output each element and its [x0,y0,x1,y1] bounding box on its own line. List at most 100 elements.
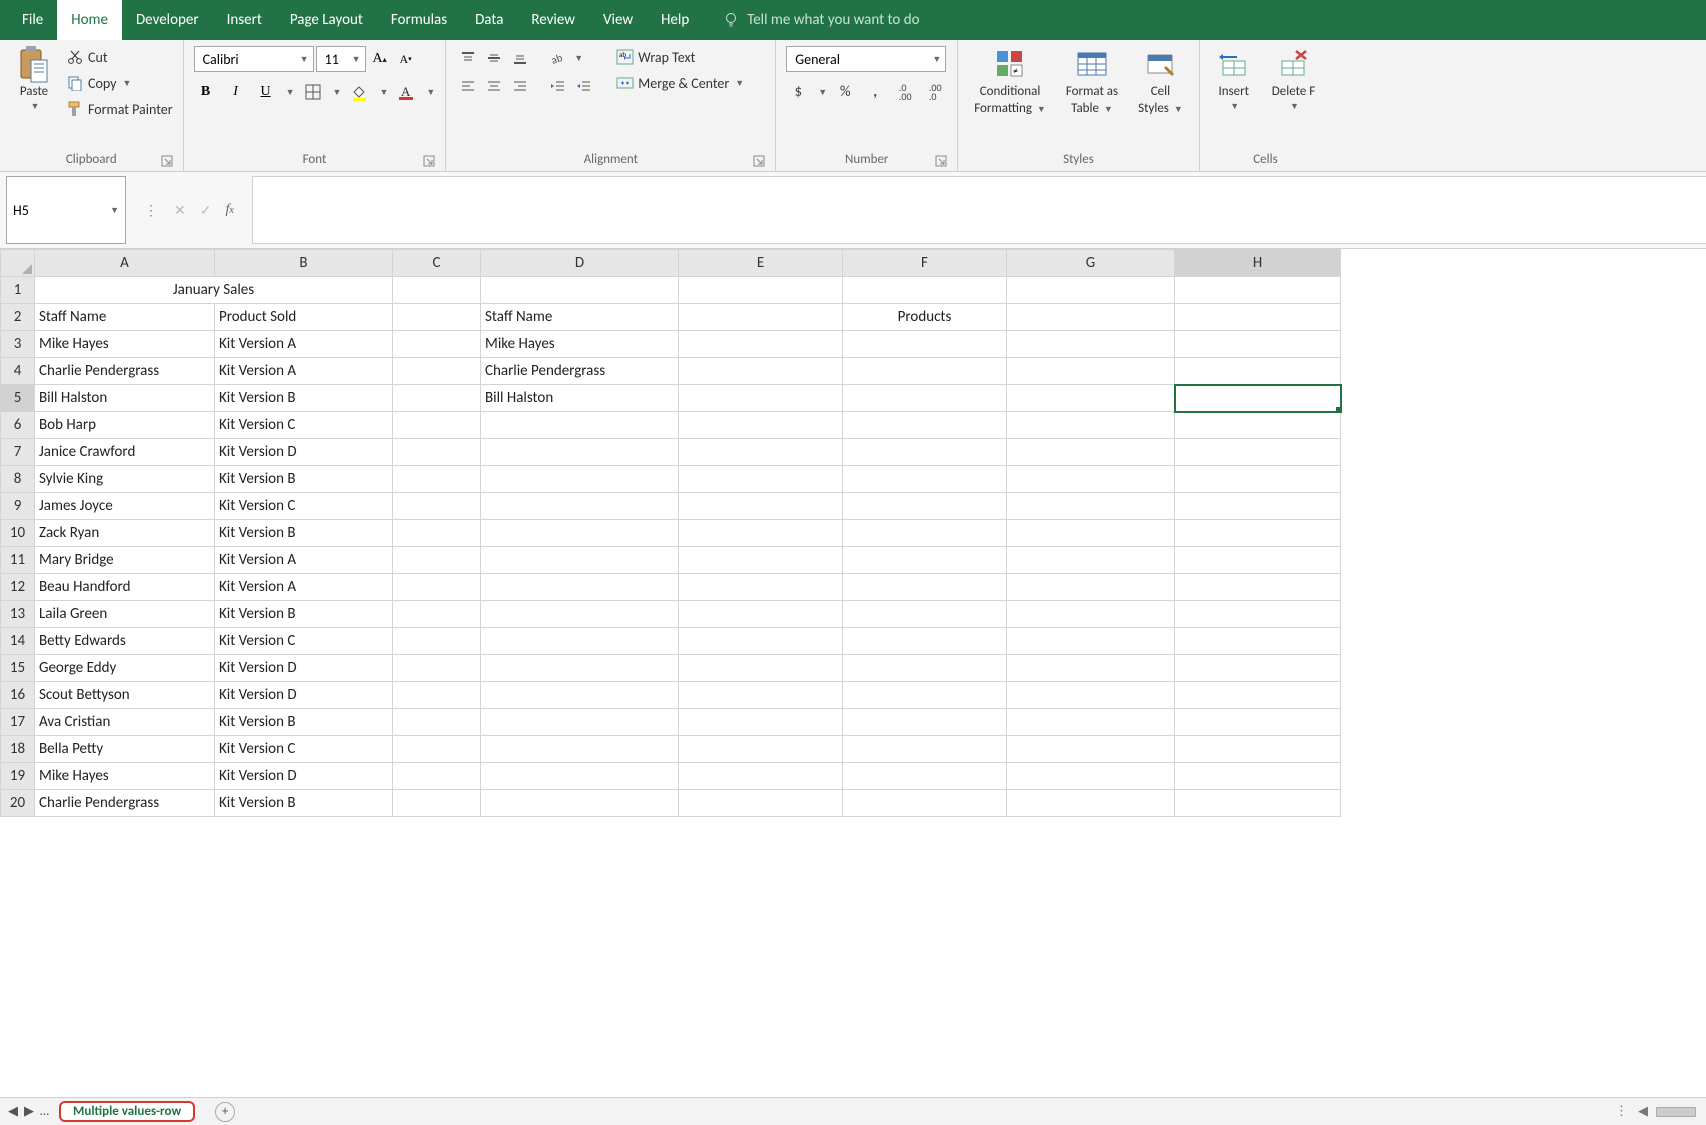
cell-A7[interactable]: Janice Crawford [35,439,215,466]
cell-E14[interactable] [679,628,843,655]
cell-A18[interactable]: Bella Petty [35,736,215,763]
tab-data[interactable]: Data [461,0,517,40]
cell-B3[interactable]: Kit Version A [215,331,393,358]
decrease-font-icon[interactable]: A▾ [394,47,418,71]
dropdown-caret-icon[interactable]: ▼ [574,53,583,64]
cell-F4[interactable] [843,358,1007,385]
cell-E8[interactable] [679,466,843,493]
cell-B17[interactable]: Kit Version B [215,709,393,736]
cell-H9[interactable] [1175,493,1341,520]
cancel-formula-icon[interactable]: ✕ [174,202,186,219]
cell-B2[interactable]: Product Sold [215,304,393,331]
dropdown-caret-icon[interactable]: ▼ [379,87,388,98]
cell-D12[interactable] [481,574,679,601]
col-header-B[interactable]: B [215,250,393,277]
underline-button[interactable]: U [254,80,278,104]
cell-B5[interactable]: Kit Version B [215,385,393,412]
paste-button[interactable]: Paste ▼ [10,46,58,112]
cell-E7[interactable] [679,439,843,466]
cell-C5[interactable] [393,385,481,412]
cell-B4[interactable]: Kit Version A [215,358,393,385]
cell-B7[interactable]: Kit Version D [215,439,393,466]
cell-D1[interactable] [481,277,679,304]
cell-D20[interactable] [481,790,679,817]
cell-D2[interactable]: Staff Name [481,304,679,331]
cell-B8[interactable]: Kit Version B [215,466,393,493]
sheet-nav-prev-icon[interactable]: ◀ [8,1104,18,1119]
cell-C14[interactable] [393,628,481,655]
tab-formulas[interactable]: Formulas [377,0,461,40]
cell-G15[interactable] [1007,655,1175,682]
sheet-nav-more-icon[interactable]: … [40,1104,49,1119]
cell-C20[interactable] [393,790,481,817]
row-header-17[interactable]: 17 [1,709,35,736]
cell-F9[interactable] [843,493,1007,520]
increase-font-icon[interactable]: A▴ [368,47,392,71]
cell-C16[interactable] [393,682,481,709]
insert-cells-button[interactable]: Insert ▼ [1210,46,1258,112]
cell-F13[interactable] [843,601,1007,628]
cell-A20[interactable]: Charlie Pendergrass [35,790,215,817]
borders-button[interactable] [301,80,325,104]
cell-E15[interactable] [679,655,843,682]
cell-G8[interactable] [1007,466,1175,493]
cell-H5[interactable] [1175,385,1341,412]
row-header-5[interactable]: 5 [1,385,35,412]
dropdown-caret-icon[interactable]: ▼ [1290,101,1299,112]
align-bottom-icon[interactable] [508,46,532,70]
formula-bar[interactable] [252,176,1706,244]
align-center-icon[interactable] [482,74,506,98]
cell-A12[interactable]: Beau Handford [35,574,215,601]
row-header-6[interactable]: 6 [1,412,35,439]
drag-handle-icon[interactable]: ⋮ [144,202,160,219]
col-header-G[interactable]: G [1007,250,1175,277]
cell-B14[interactable]: Kit Version C [215,628,393,655]
increase-decimal-icon[interactable]: .0.00 [893,80,917,104]
cell-H1[interactable] [1175,277,1341,304]
decrease-decimal-icon[interactable]: .00.0 [923,80,947,104]
tab-review[interactable]: Review [517,0,589,40]
cell-G19[interactable] [1007,763,1175,790]
cell-G18[interactable] [1007,736,1175,763]
cell-G13[interactable] [1007,601,1175,628]
col-header-H[interactable]: H [1175,250,1341,277]
font-color-button[interactable]: A [394,80,418,104]
cell-E5[interactable] [679,385,843,412]
cell-A17[interactable]: Ava Cristian [35,709,215,736]
cell-D17[interactable] [481,709,679,736]
cell-A15[interactable]: George Eddy [35,655,215,682]
dropdown-caret-icon[interactable]: ▼ [818,87,827,98]
cell-C15[interactable] [393,655,481,682]
cell-B12[interactable]: Kit Version A [215,574,393,601]
col-header-F[interactable]: F [843,250,1007,277]
cell-D7[interactable] [481,439,679,466]
horizontal-scrollbar[interactable] [1656,1107,1696,1117]
italic-button[interactable]: I [224,80,248,104]
decrease-indent-icon[interactable] [546,74,570,98]
cell-A10[interactable]: Zack Ryan [35,520,215,547]
tab-page-layout[interactable]: Page Layout [276,0,377,40]
row-header-1[interactable]: 1 [1,277,35,304]
cut-button[interactable]: Cut [66,46,173,68]
cell-E20[interactable] [679,790,843,817]
cell-F3[interactable] [843,331,1007,358]
cell-A1[interactable]: January Sales [35,277,393,304]
cell-H18[interactable] [1175,736,1341,763]
cell-H3[interactable] [1175,331,1341,358]
percent-format-button[interactable]: % [833,80,857,104]
cell-H12[interactable] [1175,574,1341,601]
name-box[interactable]: H5 ▼ [6,176,126,244]
cell-D19[interactable] [481,763,679,790]
cell-G5[interactable] [1007,385,1175,412]
cell-C18[interactable] [393,736,481,763]
align-right-icon[interactable] [508,74,532,98]
cell-G7[interactable] [1007,439,1175,466]
font-name-combo[interactable]: Calibri▼ [194,46,314,72]
cell-C6[interactable] [393,412,481,439]
cell-D9[interactable] [481,493,679,520]
cell-E11[interactable] [679,547,843,574]
format-as-table-button[interactable]: Format as Table ▼ [1060,46,1124,116]
cell-F10[interactable] [843,520,1007,547]
cell-G17[interactable] [1007,709,1175,736]
format-painter-button[interactable]: Format Painter [66,98,173,120]
